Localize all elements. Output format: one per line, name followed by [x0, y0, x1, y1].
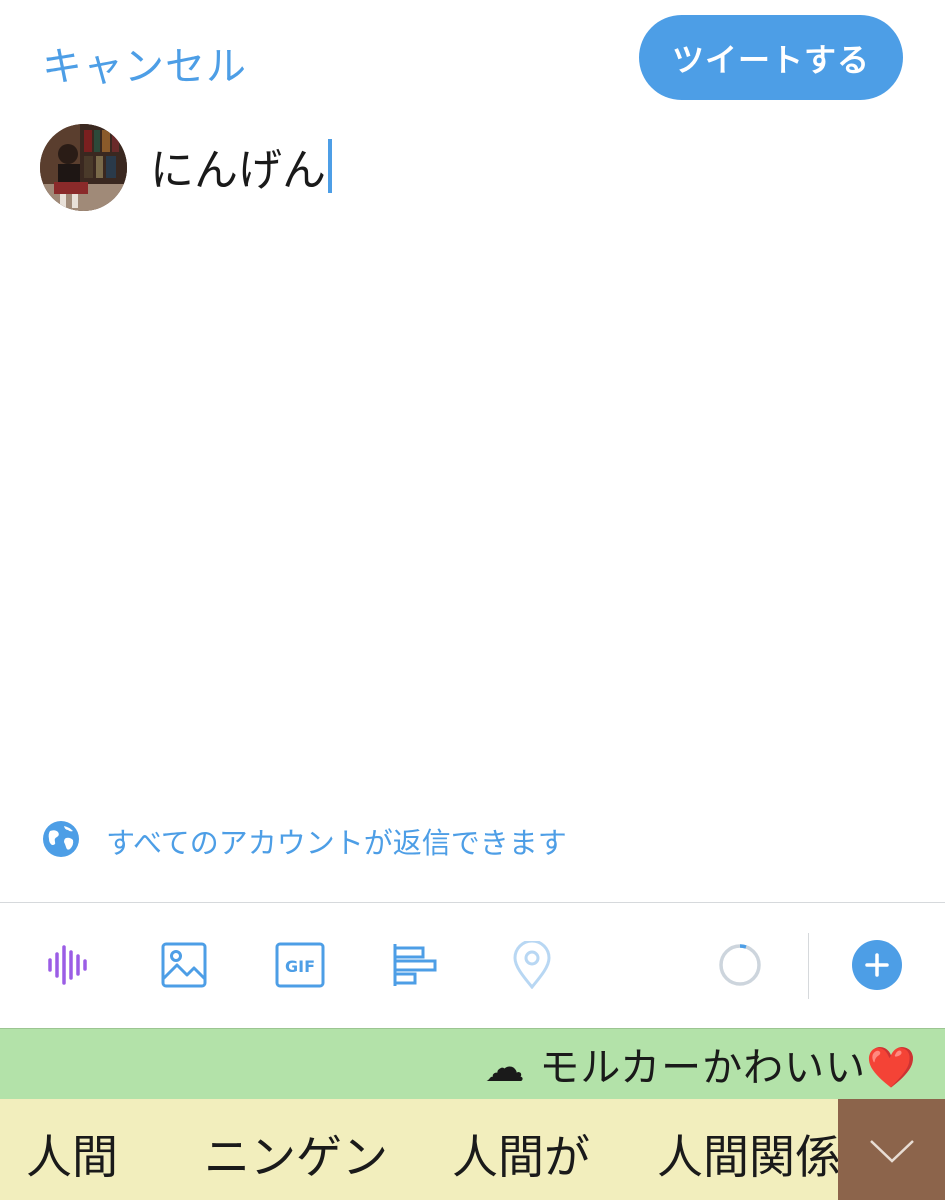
candidate-word[interactable]: 人間が: [452, 1121, 590, 1187]
candidate-word[interactable]: 人間: [26, 1121, 118, 1187]
voice-icon[interactable]: [38, 935, 98, 995]
compose-toolbar: GIF: [0, 902, 945, 1028]
candidate-word[interactable]: ニンゲン: [204, 1121, 388, 1187]
image-icon[interactable]: [154, 935, 214, 995]
candidate-word[interactable]: 人間関係: [657, 1121, 841, 1187]
gif-icon[interactable]: GIF: [270, 935, 330, 995]
tweet-text-input[interactable]: にんげん: [150, 138, 332, 196]
cancel-button[interactable]: キャンセル: [42, 34, 247, 92]
char-count-ring: [710, 935, 770, 995]
avatar[interactable]: [40, 124, 127, 211]
gif-label: GIF: [285, 957, 315, 976]
expand-candidates-button[interactable]: [838, 1099, 945, 1200]
toolbar-divider: [808, 933, 809, 999]
chevron-down-icon: [869, 1139, 914, 1163]
tweet-button[interactable]: ツイートする: [639, 15, 903, 100]
add-thread-icon[interactable]: [847, 935, 907, 995]
keyboard-candidates: 人間 ニンゲン 人間が 人間関係: [0, 1099, 945, 1200]
reply-setting-label: すべてのアカウントが返信できます: [106, 826, 567, 860]
text-caret: [328, 139, 332, 193]
location-icon[interactable]: [502, 935, 562, 995]
globe-icon: [42, 820, 80, 862]
tweet-compose-screen: キャンセル ツイートする にんげん すべてのアカウントが返信できます GIF ☁…: [0, 0, 945, 1200]
reply-setting[interactable]: すべてのアカウントが返信できます: [42, 820, 567, 862]
tweet-text: にんげん: [150, 145, 326, 196]
keyboard-suggestion-bar[interactable]: ☁ モルカーかわいい❤️: [0, 1028, 945, 1099]
poll-icon[interactable]: [386, 935, 446, 995]
keyboard-suggestion[interactable]: ☁ モルカーかわいい❤️: [485, 1035, 917, 1093]
